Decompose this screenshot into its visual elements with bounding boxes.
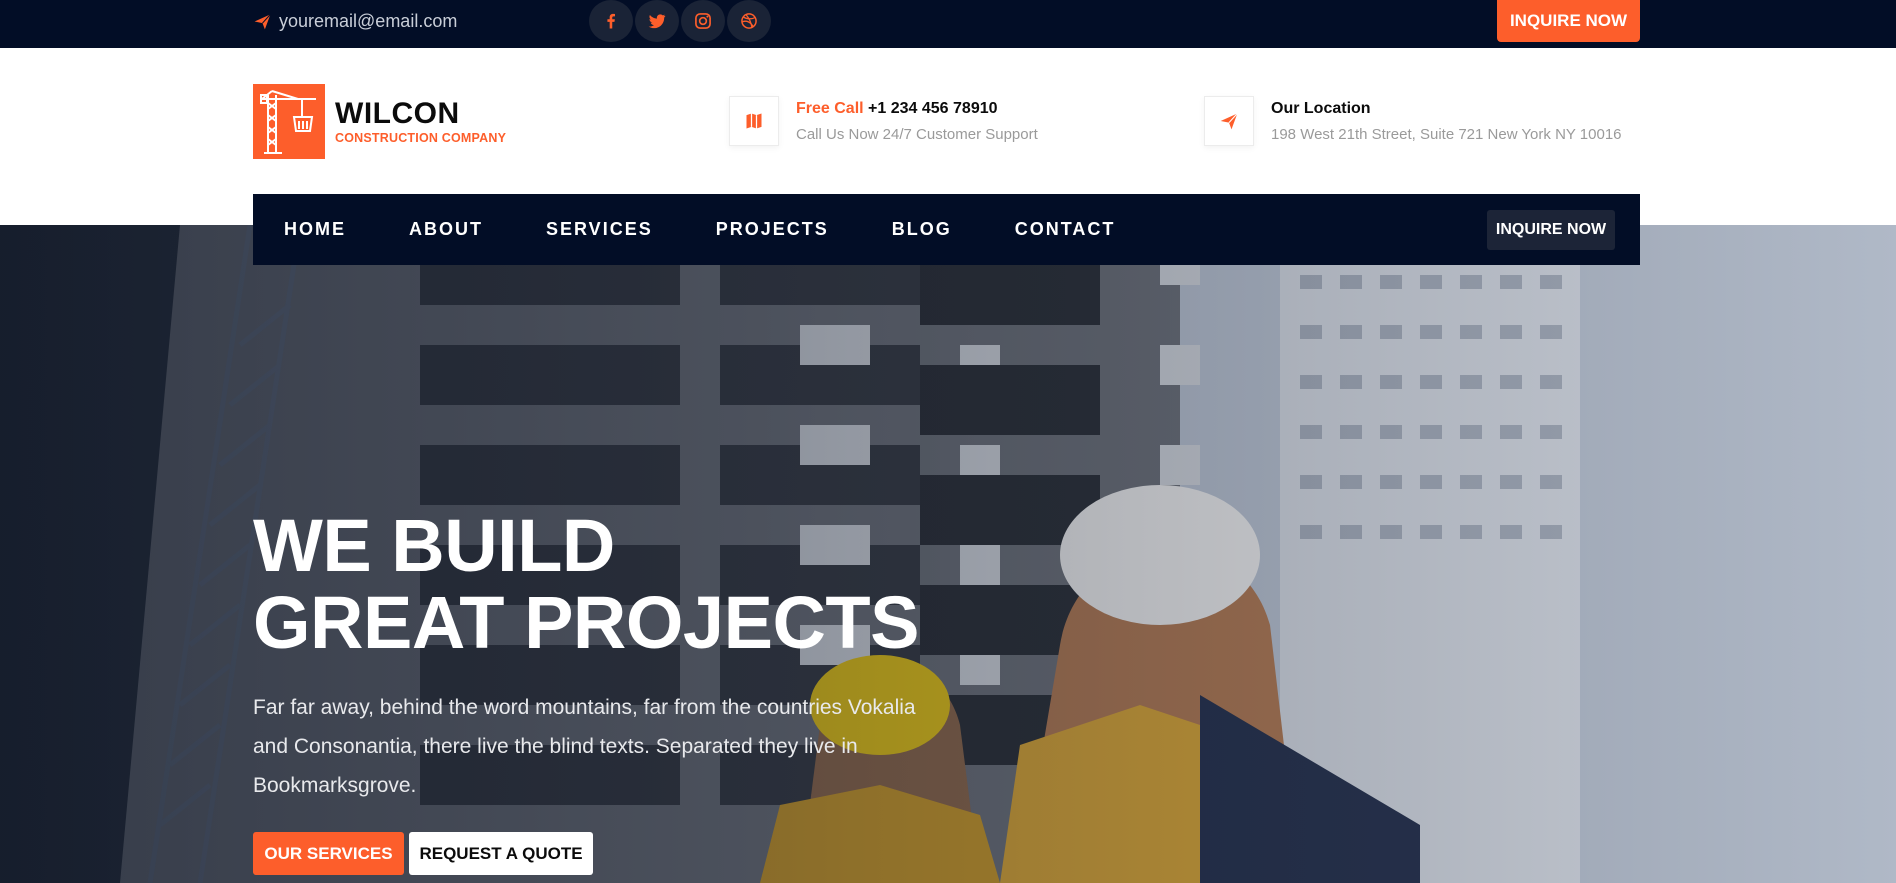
- twitter-icon: [648, 14, 666, 29]
- paper-plane-icon: [1204, 96, 1254, 146]
- hero-heading-line1: WE BUILD: [253, 504, 615, 587]
- brand-name: WILCON: [335, 96, 460, 130]
- paper-plane-icon: [254, 13, 271, 29]
- nav-item-projects[interactable]: PROJECTS: [716, 219, 829, 240]
- our-services-button[interactable]: OUR SERVICES: [253, 832, 404, 875]
- nav-item-blog[interactable]: BLOG: [892, 219, 952, 240]
- call-info: Free Call +1 234 456 78910 Call Us Now 2…: [729, 96, 1038, 146]
- location-title: Our Location: [1271, 99, 1371, 117]
- hero-heading: WE BUILD GREAT PROJECTS: [253, 507, 919, 661]
- facebook-icon: [607, 13, 615, 29]
- main-nav: HOME ABOUT SERVICES PROJECTS BLOG CONTAC…: [253, 194, 1640, 265]
- nav-item-about[interactable]: ABOUT: [409, 219, 483, 240]
- phone-number[interactable]: +1 234 456 78910: [868, 100, 997, 117]
- brand-logo[interactable]: WILCON CONSTRUCTION COMPANY: [253, 84, 506, 159]
- location-address: 198 West 21th Street, Suite 721 New York…: [1271, 125, 1622, 143]
- call-title: Free Call +1 234 456 78910: [796, 100, 1038, 118]
- instagram-link[interactable]: [681, 0, 725, 42]
- brand-tagline: CONSTRUCTION COMPANY: [335, 130, 507, 145]
- hero-heading-line2: GREAT PROJECTS: [253, 581, 919, 664]
- crane-logo-icon: [253, 84, 325, 159]
- nav-item-services[interactable]: SERVICES: [546, 219, 653, 240]
- twitter-link[interactable]: [635, 0, 679, 42]
- nav-item-contact[interactable]: CONTACT: [1015, 219, 1116, 240]
- location-info: Our Location 198 West 21th Street, Suite…: [1204, 96, 1622, 146]
- request-quote-button[interactable]: REQUEST A QUOTE: [409, 832, 593, 875]
- hero-description: Far far away, behind the word mountains,…: [253, 696, 916, 797]
- instagram-icon: [695, 13, 711, 29]
- call-label: Free Call: [796, 99, 864, 117]
- facebook-link[interactable]: [589, 0, 633, 42]
- nav-inquire-button[interactable]: INQUIRE NOW: [1487, 210, 1615, 250]
- dribbble-icon: [741, 13, 757, 29]
- map-icon: [729, 96, 779, 146]
- top-bar: youremail@email.com INQUIRE NOW: [0, 0, 1896, 48]
- social-links: [589, 0, 771, 42]
- hero-section: WE BUILD GREAT PROJECTS Far far away, be…: [0, 225, 1896, 883]
- top-inquire-button[interactable]: INQUIRE NOW: [1497, 0, 1640, 42]
- call-subtitle: Call Us Now 24/7 Customer Support: [796, 125, 1038, 143]
- nav-item-home[interactable]: HOME: [284, 219, 346, 240]
- email-link[interactable]: youremail@email.com: [253, 0, 457, 42]
- email-text: youremail@email.com: [279, 10, 458, 31]
- dribbble-link[interactable]: [727, 0, 771, 42]
